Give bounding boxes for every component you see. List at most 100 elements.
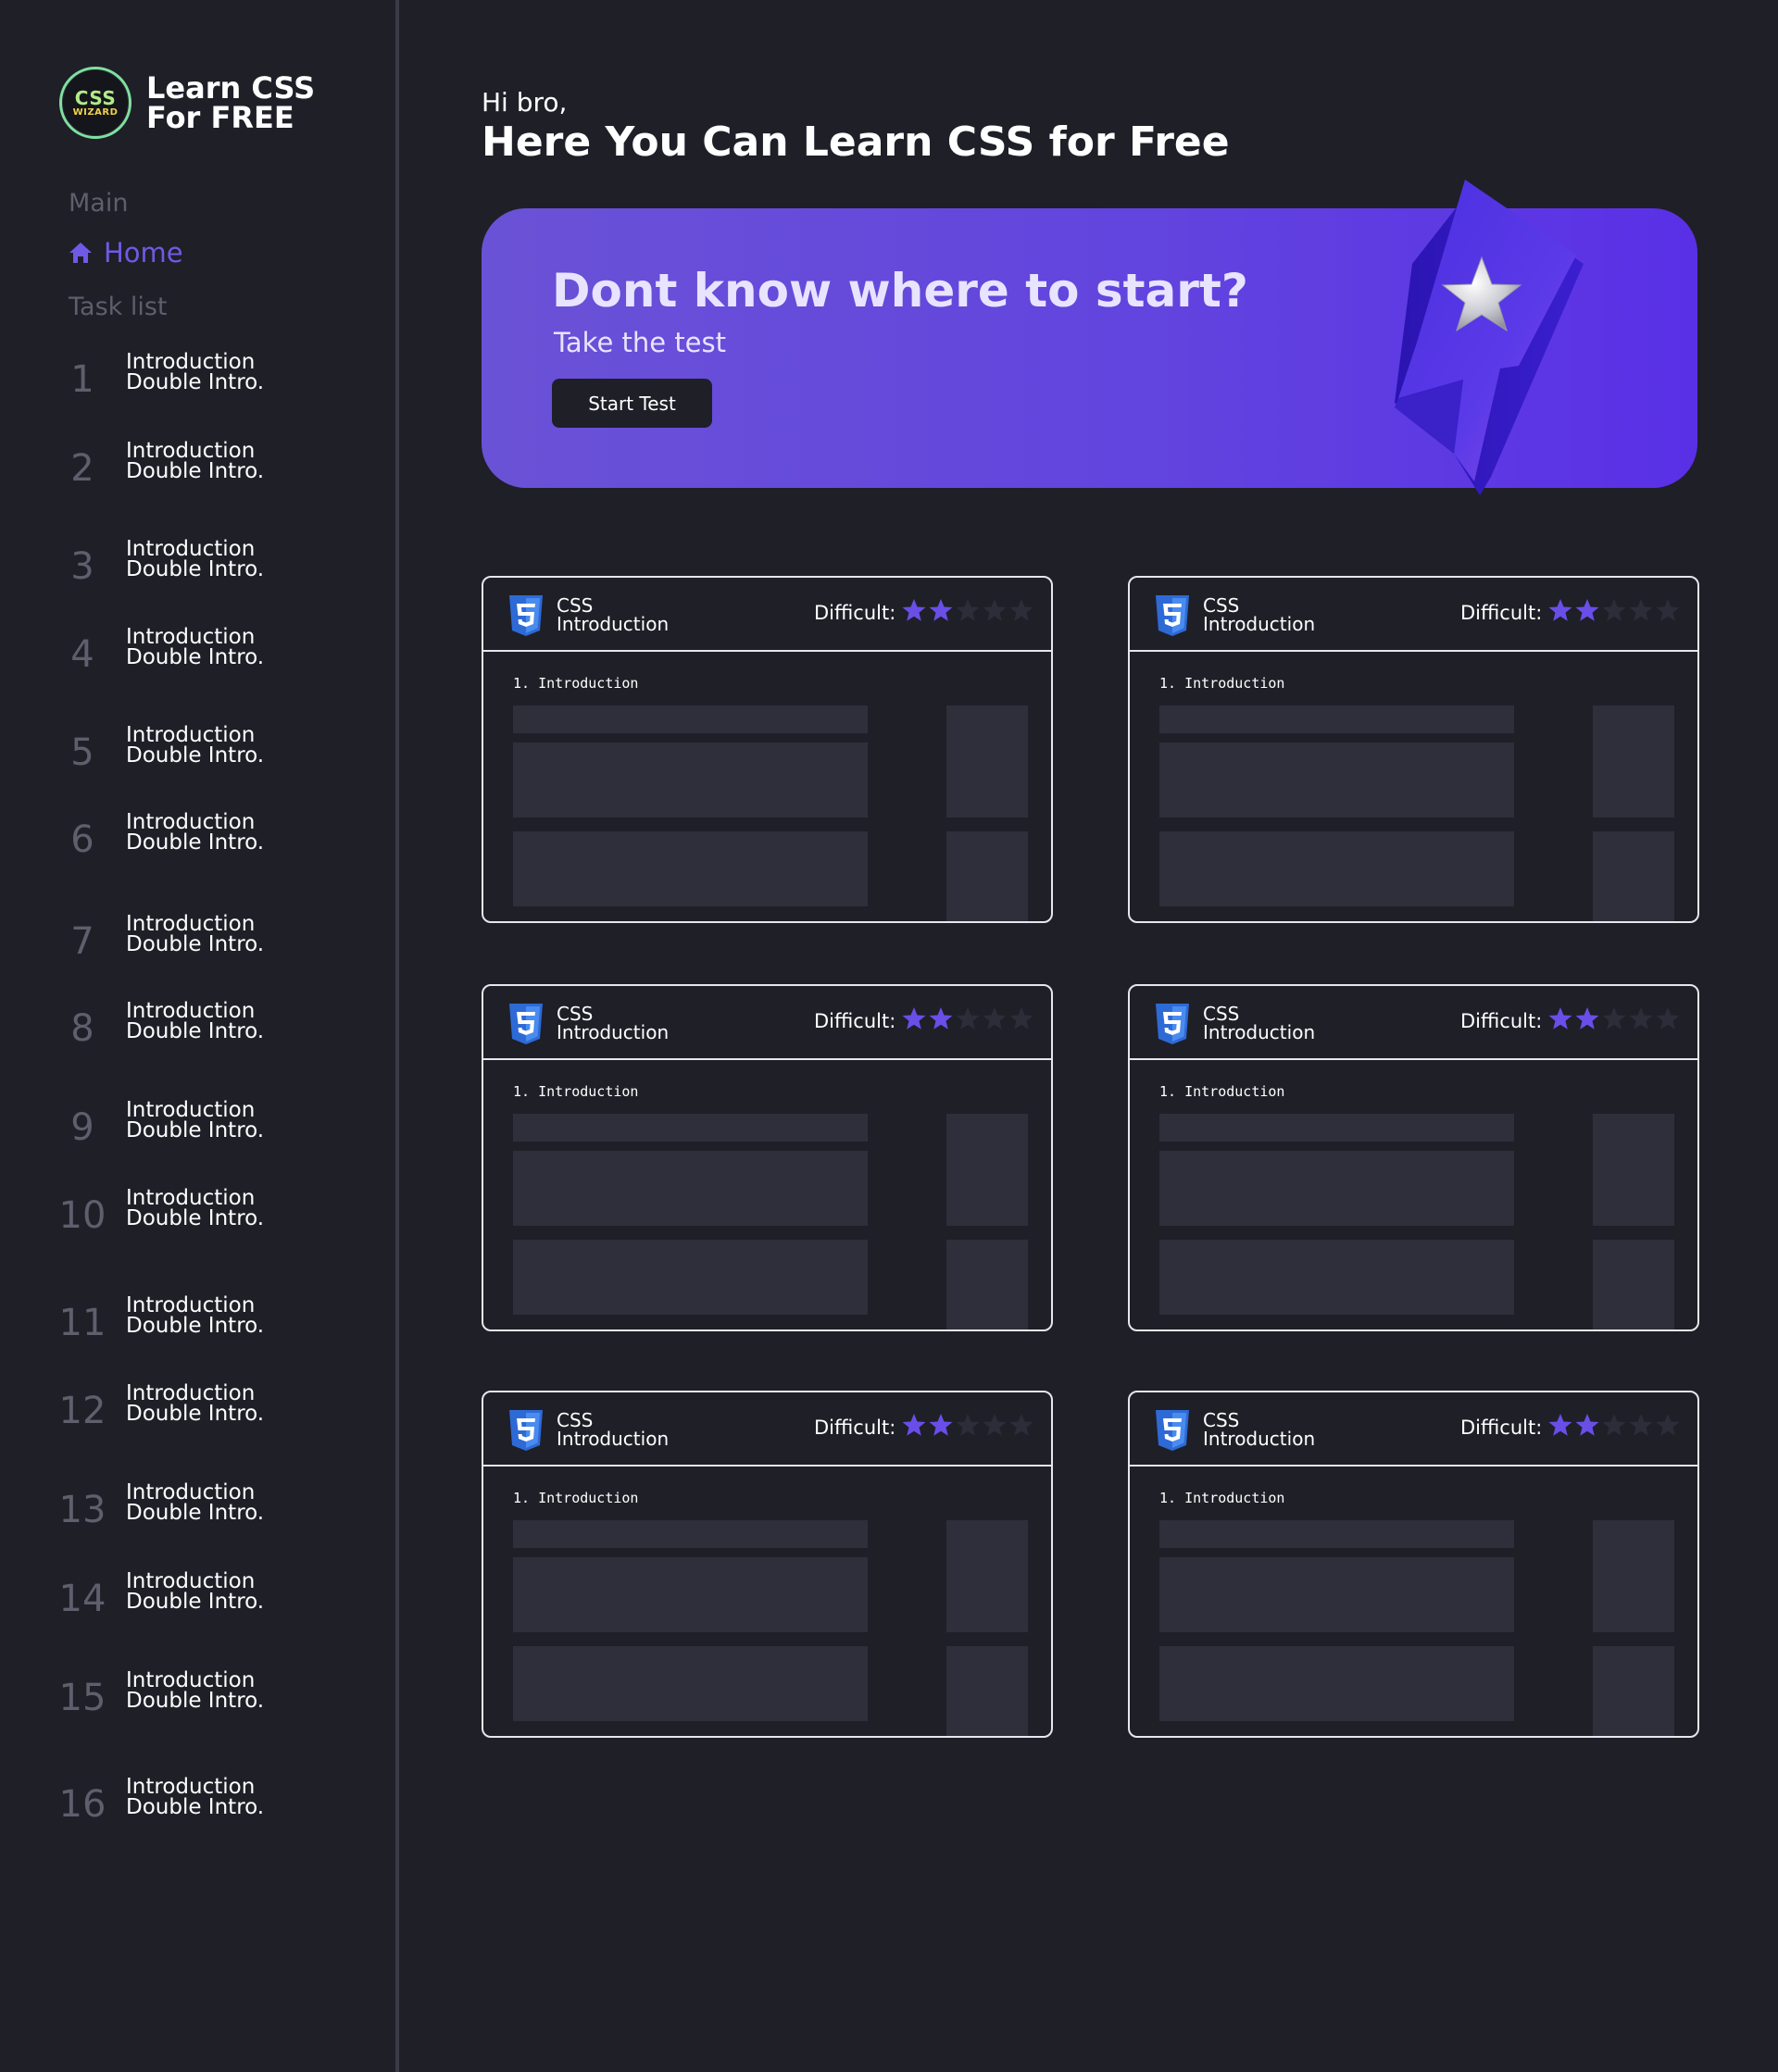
task-title: Introduction	[126, 912, 256, 936]
section-label-main: Main	[69, 189, 129, 218]
difficulty-label: Difficult:	[814, 602, 896, 624]
sidebar-task-item[interactable]: 3 Introduction Double Intro.	[0, 539, 389, 594]
card-topic: Introduction	[557, 1428, 670, 1450]
task-number: 15	[58, 1677, 106, 1719]
css3-icon	[1156, 1410, 1189, 1451]
star-empty-icon	[956, 1414, 980, 1436]
difficulty-label: Difficult:	[814, 1417, 896, 1439]
sidebar-task-item[interactable]: 8 Introduction Double Intro.	[0, 1001, 389, 1056]
difficulty-rating	[1548, 1006, 1680, 1030]
lightning-bolt-star-icon	[1395, 180, 1584, 495]
task-subtitle: Double Intro.	[126, 932, 265, 956]
task-title: Introduction	[126, 537, 256, 561]
task-title: Introduction	[126, 999, 256, 1023]
content-placeholder	[1593, 1646, 1674, 1736]
content-placeholder	[513, 921, 868, 923]
css3-icon	[1156, 595, 1189, 636]
star-filled-icon	[902, 599, 926, 621]
content-placeholder	[1159, 1114, 1514, 1142]
sidebar-task-item[interactable]: 2 Introduction Double Intro.	[0, 441, 389, 496]
star-filled-icon	[1575, 1414, 1599, 1436]
task-title: Introduction	[126, 810, 256, 834]
greeting: Hi bro,	[482, 87, 568, 118]
content-placeholder	[513, 1520, 868, 1548]
content-placeholder	[946, 1114, 1028, 1226]
sidebar-task-item[interactable]: 14 Introduction Double Intro.	[0, 1571, 389, 1627]
difficulty-rating	[902, 1006, 1033, 1030]
star-filled-icon	[902, 1007, 926, 1030]
lesson-card[interactable]: CSS Introduction Difficult: 1. Introduction	[482, 576, 1053, 923]
css3-icon	[509, 595, 543, 636]
content-placeholder	[1159, 831, 1514, 906]
content-placeholder	[513, 1557, 868, 1632]
logo-text-css: CSS	[74, 86, 117, 109]
lesson-card[interactable]: CSS Introduction Difficult: 1. Introduction	[1128, 1391, 1699, 1738]
sidebar-task-item[interactable]: 13 Introduction Double Intro.	[0, 1482, 389, 1538]
test-banner: Dont know where to start? Take the test …	[482, 180, 1697, 495]
task-number: 11	[58, 1302, 106, 1344]
sidebar-task-item[interactable]: 6 Introduction Double Intro.	[0, 812, 389, 867]
sidebar-task-item[interactable]: 10 Introduction Double Intro.	[0, 1188, 389, 1243]
content-placeholder	[1159, 921, 1514, 923]
sidebar-task-item[interactable]: 7 Introduction Double Intro.	[0, 914, 389, 969]
logo-text-wizard: WIZARD	[72, 106, 119, 118]
sidebar-task-item[interactable]: 15 Introduction Double Intro.	[0, 1670, 389, 1726]
task-title: Introduction	[126, 350, 256, 374]
star-empty-icon	[1602, 599, 1626, 621]
card-topic: Introduction	[557, 613, 670, 635]
task-subtitle: Double Intro.	[126, 1118, 265, 1142]
brand[interactable]: CSS WIZARD Learn CSS For FREE	[59, 67, 315, 139]
task-number: 2	[70, 447, 94, 490]
sidebar-item-home-label: Home	[104, 237, 183, 268]
sidebar: CSS WIZARD Learn CSS For FREE Main Home …	[0, 0, 399, 2072]
content-placeholder	[1159, 1520, 1514, 1548]
sidebar-task-item[interactable]: 5 Introduction Double Intro.	[0, 725, 389, 780]
star-empty-icon	[1629, 599, 1653, 621]
lesson-card[interactable]: CSS Introduction Difficult: 1. Introduction	[1128, 984, 1699, 1331]
task-number: 6	[70, 818, 94, 861]
card-body-title: 1. Introduction	[513, 1490, 639, 1506]
sidebar-task-item[interactable]: 12 Introduction Double Intro.	[0, 1383, 389, 1439]
task-subtitle: Double Intro.	[126, 459, 265, 483]
star-empty-icon	[1629, 1414, 1653, 1436]
start-test-button[interactable]: Start Test	[552, 379, 712, 428]
sidebar-task-item[interactable]: 1 Introduction Double Intro.	[0, 352, 389, 407]
lesson-card[interactable]: CSS Introduction Difficult: 1. Introduction	[1128, 576, 1699, 923]
task-subtitle: Double Intro.	[126, 743, 265, 768]
star-filled-icon	[1575, 599, 1599, 621]
task-subtitle: Double Intro.	[126, 830, 265, 855]
sidebar-task-item[interactable]: 9 Introduction Double Intro.	[0, 1100, 389, 1155]
content-placeholder	[946, 705, 1028, 818]
star-filled-icon	[902, 1414, 926, 1436]
star-empty-icon	[1009, 1414, 1033, 1436]
card-body-title: 1. Introduction	[513, 1083, 639, 1100]
task-number: 3	[70, 545, 94, 588]
card-body-title: 1. Introduction	[1159, 1490, 1285, 1506]
page-title: Here You Can Learn CSS for Free	[482, 119, 1230, 166]
lesson-card[interactable]: CSS Introduction Difficult: 1. Introduction	[482, 1391, 1053, 1738]
star-filled-icon	[929, 1007, 953, 1030]
star-empty-icon	[1009, 599, 1033, 621]
content-placeholder	[513, 705, 868, 733]
card-header: CSS Introduction Difficult:	[1130, 578, 1697, 652]
star-empty-icon	[1656, 1414, 1680, 1436]
sidebar-task-item[interactable]: 4 Introduction Double Intro.	[0, 627, 389, 682]
css3-icon	[509, 1004, 543, 1044]
content-placeholder	[1159, 705, 1514, 733]
sidebar-task-item[interactable]: 16 Introduction Double Intro.	[0, 1777, 389, 1832]
sidebar-item-home[interactable]: Home	[69, 237, 183, 268]
star-empty-icon	[1656, 1007, 1680, 1030]
task-subtitle: Double Intro.	[126, 1689, 265, 1713]
content-placeholder	[513, 1114, 868, 1142]
lesson-card[interactable]: CSS Introduction Difficult: 1. Introduction	[482, 984, 1053, 1331]
card-header: CSS Introduction Difficult:	[483, 578, 1051, 652]
task-number: 10	[58, 1194, 106, 1237]
card-topic: Introduction	[1203, 1021, 1316, 1043]
card-body-title: 1. Introduction	[1159, 1083, 1285, 1100]
sidebar-task-item[interactable]: 11 Introduction Double Intro.	[0, 1295, 389, 1351]
difficulty-label: Difficult:	[1460, 602, 1543, 624]
content-placeholder	[946, 831, 1028, 921]
task-title: Introduction	[126, 1381, 256, 1405]
home-icon	[69, 243, 92, 263]
content-placeholder	[513, 831, 868, 906]
